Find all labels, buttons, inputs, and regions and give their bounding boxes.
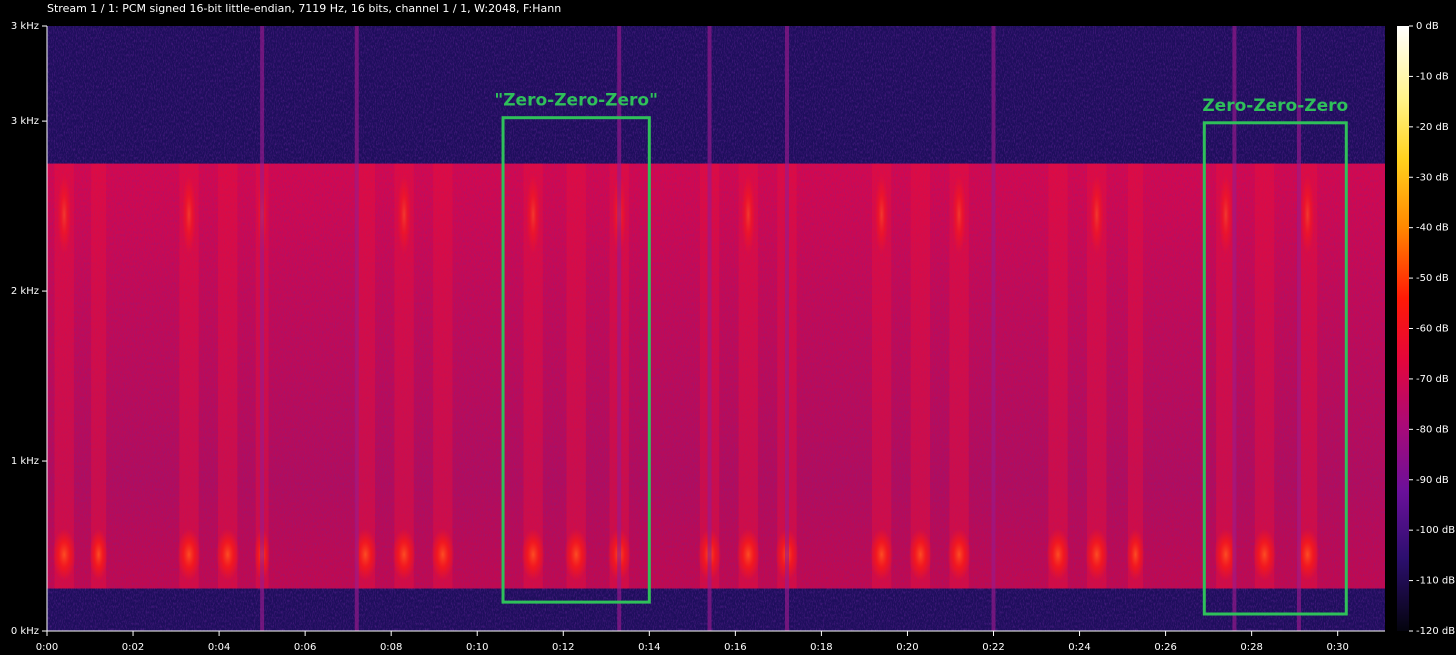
speech-burst-low-energy [431,528,455,581]
impulse-line [1232,26,1237,631]
x-tick-label: 0:20 [896,642,918,653]
x-tick-label: 0:22 [982,642,1004,653]
spectrogram-chart: "Zero-Zero-Zero" Zero-Zero-Zero 0 kHz 1 kH… [11,21,1455,653]
impulse-line [1296,26,1301,631]
speech-burst-low-energy [392,528,416,581]
colorbar-tick-label: -70 dB [1416,374,1449,385]
speech-burst-low-energy [89,528,108,581]
speech-burst-formant [874,174,889,255]
colorbar-tick-label: -80 dB [1416,424,1449,435]
speech-burst-low-energy [177,528,201,581]
colorbar-tick-label: 0 dB [1416,21,1439,32]
impulse-line [991,26,996,631]
impulse-line [260,26,265,631]
x-tick-label: 0:26 [1154,642,1176,653]
y-tick-label: 3 kHz [11,21,39,32]
speech-burst-formant [57,174,71,255]
speech-burst-low-energy [870,528,894,581]
speech-burst-formant [1089,174,1104,255]
speech-burst-low-energy [564,528,588,581]
colorbar-tick-label: -20 dB [1416,122,1449,133]
spectrogram-plot-area [47,26,1385,631]
colorbar-tick-label: -50 dB [1416,273,1449,284]
speech-burst-formant [397,174,411,255]
colorbar-tick-label: -100 dB [1416,525,1455,536]
speech-burst [433,163,453,589]
colorbar-tick-label: -10 dB [1416,71,1449,82]
y-tick-label: 1 kHz [11,456,39,467]
speech-burst [91,163,107,589]
x-tick-label: 0:28 [1240,642,1262,653]
speech-burst [1254,163,1275,589]
speech-burst-low-energy [1126,528,1145,581]
speech-burst-formant [952,174,966,255]
annotation-label: Zero-Zero-Zero [1202,96,1348,116]
speech-burst-low-energy [908,528,932,581]
speech-burst-low-energy [1252,528,1277,581]
x-tick-label: 0:02 [122,642,144,653]
annotation-label: "Zero-Zero-Zero" [494,91,658,111]
speech-burst-low-energy [1085,528,1109,581]
x-tick-label: 0:18 [810,642,832,653]
y-tick-label: 2 kHz [11,286,39,297]
y-tick-label: 3 kHz [11,116,39,127]
colorbar-tick-label: -90 dB [1416,475,1449,486]
x-tick-label: 0:14 [638,642,660,653]
speech-burst [910,163,931,589]
impulse-line [784,26,789,631]
x-tick-label: 0:04 [208,642,230,653]
speech-burst-low-energy [947,528,971,581]
colorbar-tick-label: -40 dB [1416,223,1449,234]
x-tick-label: 0:12 [552,642,574,653]
speech-burst-low-energy [1046,528,1070,581]
speech-burst-low-energy [52,528,76,581]
x-tick-label: 0:00 [36,642,58,653]
impulse-line [354,26,359,631]
x-tick-label: 0:10 [466,642,488,653]
speech-burst-low-energy [216,528,240,581]
speech-burst [1127,163,1143,589]
speech-burst [218,163,238,589]
x-tick-label: 0:06 [294,642,316,653]
speech-burst-formant [1219,174,1233,255]
x-tick-label: 0:24 [1068,642,1090,653]
colorbar: 0 dB -10 dB -20 dB -30 dB -40 dB -50 dB -60 dB… [1397,21,1455,637]
y-tick-label: 0 kHz [11,626,39,637]
speech-burst-low-energy [521,528,545,581]
colorbar-tick-label: -60 dB [1416,324,1449,335]
colorbar-tick-label: -110 dB [1416,576,1455,587]
x-tick-label: 0:08 [380,642,402,653]
colorbar-tick-label: -30 dB [1416,172,1449,183]
speech-burst-formant [741,174,756,255]
x-tick-label: 0:30 [1326,642,1348,653]
speech-burst-formant [526,174,540,255]
speech-burst [1048,163,1068,589]
x-tick-label: 0:16 [724,642,746,653]
speech-burst [566,163,586,589]
impulse-line [707,26,712,631]
speech-burst-formant [1300,174,1315,255]
speech-burst-low-energy [736,528,760,581]
colorbar-tick-label: -120 dB [1416,626,1455,637]
colorbar-gradient [1397,26,1409,631]
speech-burst-formant [182,174,196,255]
